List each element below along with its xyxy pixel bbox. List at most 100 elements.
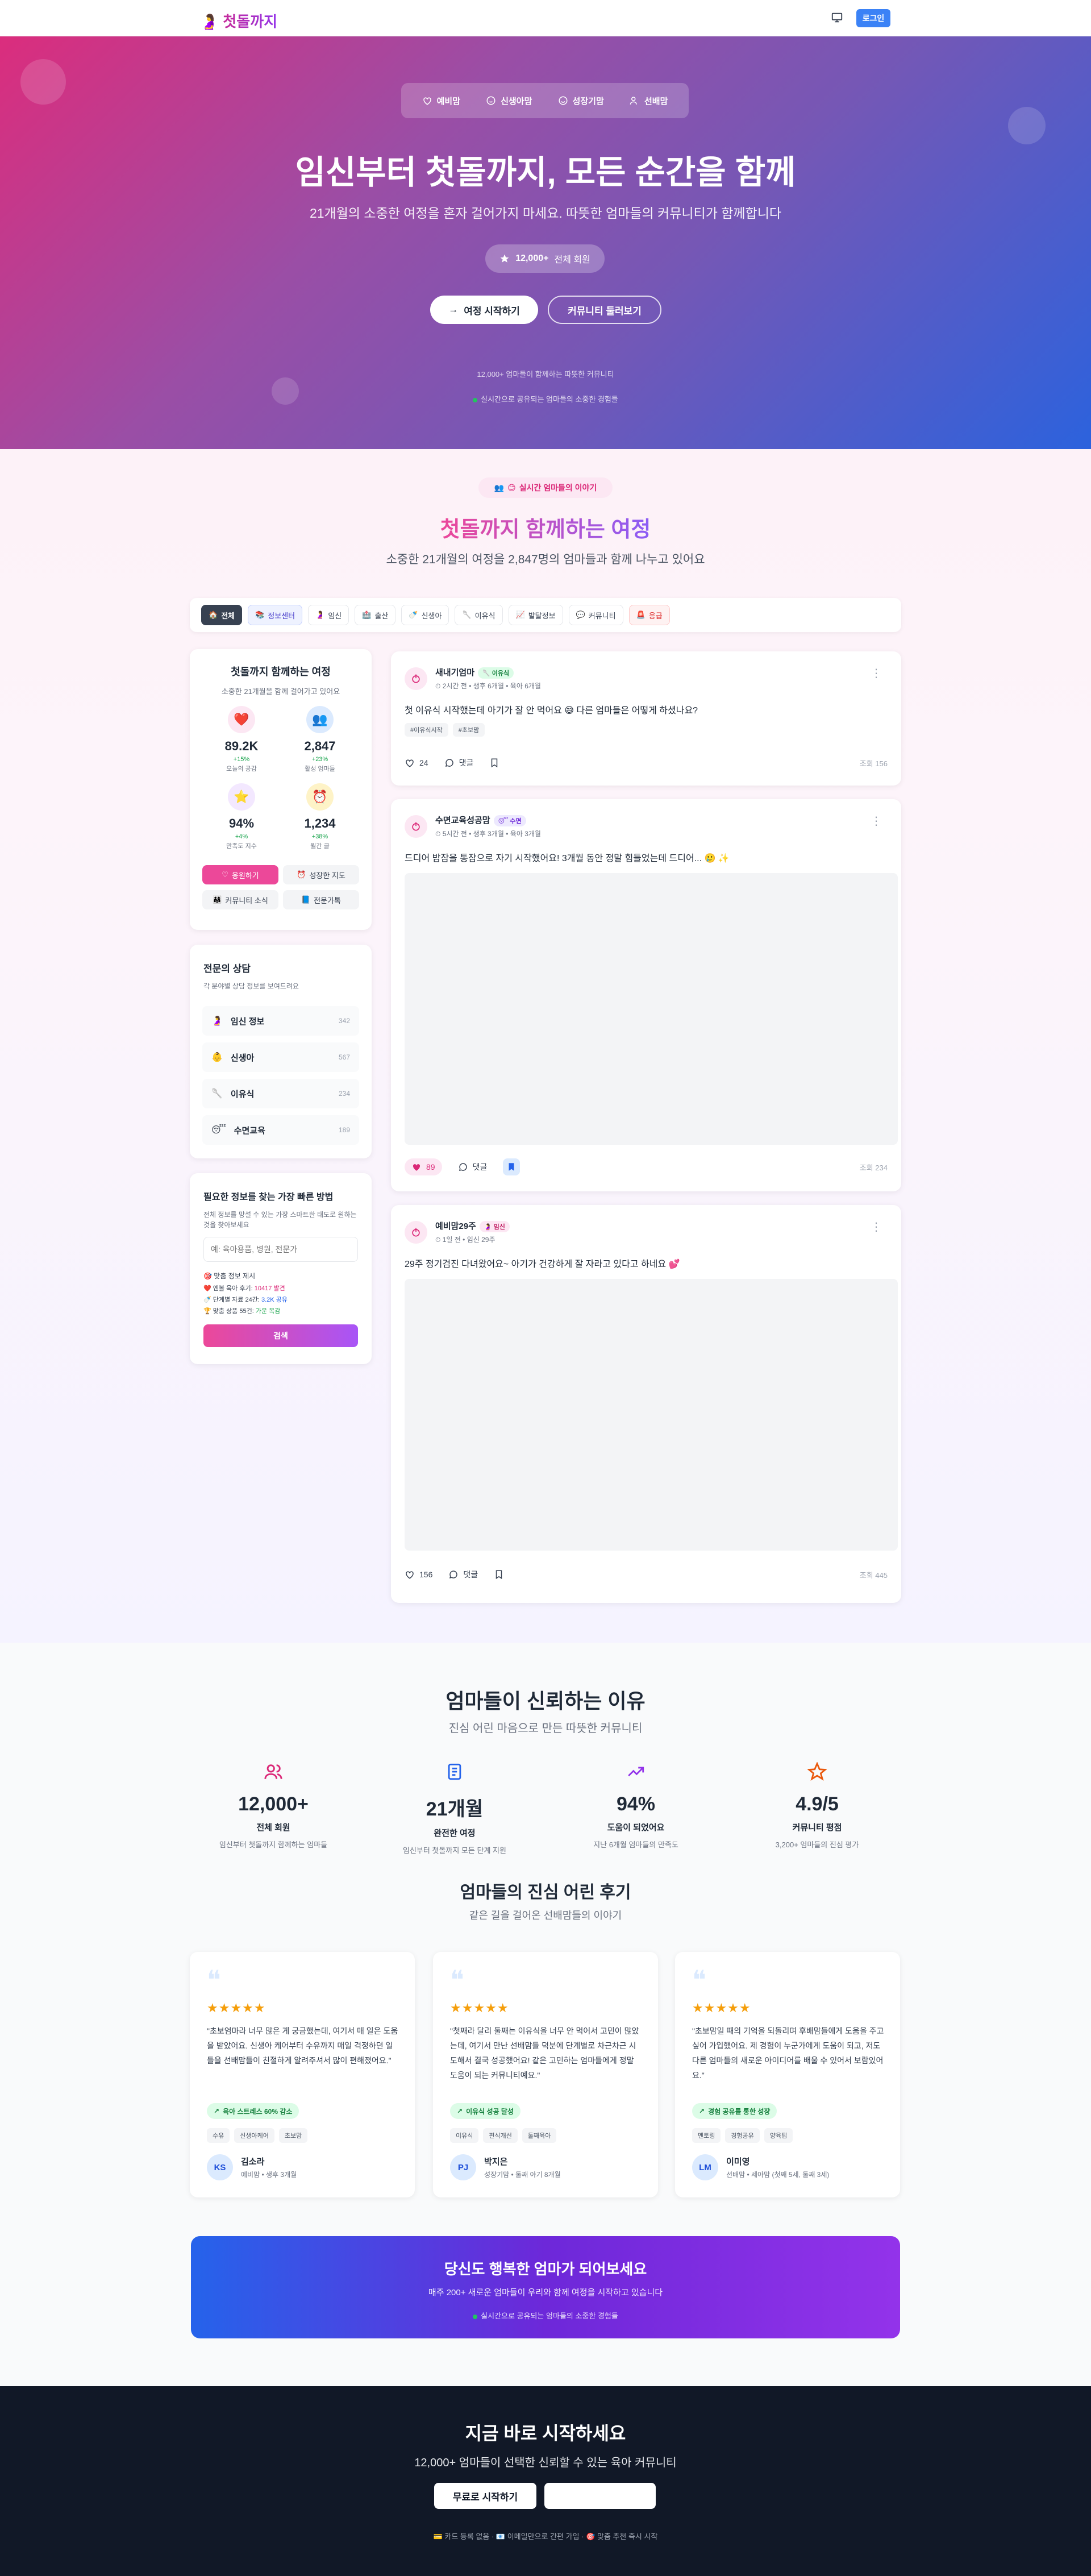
expert-talk-button[interactable]: 📘 전문가톡 xyxy=(283,890,359,909)
expert-item-sleep[interactable]: 😴 수면교육 189 xyxy=(202,1115,359,1145)
like-button[interactable]: 156 xyxy=(405,1569,432,1580)
review-card: ❝ ★★★★★ "초보엄마라 너무 많은 게 궁금했는데, 여기서 매 일은 도… xyxy=(190,1952,415,2197)
growth-map-button[interactable]: ⏰ 성장한 지도 xyxy=(283,865,359,884)
post-card[interactable]: 예비맘29주 🤰 임신 ⏱ 1일 전 • 임신 29주 ⋮ 29주 정기검진 다녀… xyxy=(391,1205,901,1603)
calendar-icon xyxy=(448,1763,461,1780)
stage-nav-item[interactable]: 성장기맘 xyxy=(558,95,604,107)
more-options-icon[interactable]: ⋮ xyxy=(871,668,882,679)
tab-all[interactable]: 🏠 전체 xyxy=(201,605,243,625)
review-tags: 수유 신생아케어 초보맘 xyxy=(207,2128,308,2143)
login-button[interactable]: 로그인 xyxy=(856,9,890,27)
post-category-tag: 😴 수면 xyxy=(493,815,526,826)
avatar: LM xyxy=(692,2154,718,2180)
heart-icon xyxy=(423,97,431,105)
search-input[interactable] xyxy=(203,1237,358,1262)
avatar: PJ xyxy=(450,2154,476,2180)
start-journey-button[interactable]: → 여정 시작하기 xyxy=(430,296,538,324)
result-badge: ↗ 육아 스트레스 60% 감소 xyxy=(207,2103,299,2119)
arrow-right-icon: → xyxy=(448,304,459,315)
like-button[interactable]: 24 xyxy=(405,758,428,768)
live-dot-icon xyxy=(473,2314,478,2319)
spoon-icon: 🥄 xyxy=(211,1089,223,1099)
baby-icon xyxy=(486,96,495,105)
journey-subtitle: 소중한 21개월의 여정을 2,847명의 엄마들과 함께 나누고 있어요 xyxy=(386,553,705,566)
post-text: 29주 정기검진 다녀왔어요~ 아기가 건강하게 잘 자라고 있다고 하네요 💕 xyxy=(405,1260,680,1269)
hashtag[interactable]: #이유식시작 xyxy=(405,723,448,737)
trust-subtitle: 진심 어린 마음으로 만든 따뜻한 커뮤니티 xyxy=(448,1722,643,1735)
search-button[interactable]: 검색 xyxy=(203,1324,358,1347)
more-options-icon[interactable]: ⋮ xyxy=(871,816,882,827)
like-button[interactable]: 89 xyxy=(405,1158,442,1175)
secondary-button[interactable] xyxy=(544,2483,656,2509)
users-icon: 👥 xyxy=(494,483,505,492)
post-meta: ⏱ 1일 전 • 임신 29주 xyxy=(435,1236,495,1244)
expert-item-baby-food[interactable]: 🥄 이유식 234 xyxy=(202,1079,359,1108)
tab-baby-food[interactable]: 🥄 이유식 xyxy=(455,605,503,625)
hero-title: 임신부터 첫돌까지, 모든 순간을 함께 xyxy=(295,154,796,191)
post-card[interactable]: 새내기엄마 🥄 이유식 ⏱ 2시간 전 • 생후 6개월 • 육아 6개월 ⋮ 첫… xyxy=(391,651,901,786)
footer-title: 지금 바로 시작하세요 xyxy=(465,2423,626,2444)
bookmark-button[interactable] xyxy=(503,1158,520,1175)
tab-community[interactable]: 💬 커뮤니티 xyxy=(568,605,623,625)
bookmark-button[interactable] xyxy=(489,758,499,768)
stage-nav-item[interactable]: 신생아맘 xyxy=(486,95,532,107)
site-logo[interactable]: 🤰 첫돌까지 xyxy=(200,10,277,31)
heart-icon xyxy=(406,1571,414,1579)
card-title: 전문의 상담 xyxy=(203,963,251,974)
spoon-icon: 🥄 xyxy=(482,670,490,677)
result-badge: ↗ 경험 공유를 통한 성장 xyxy=(692,2103,777,2119)
tab-pregnancy[interactable]: 🤰 임신 xyxy=(308,605,349,625)
tab-info-center[interactable]: 📚 정보센터 xyxy=(248,605,303,625)
post-author[interactable]: 새내기엄마 xyxy=(435,668,474,678)
tab-development[interactable]: 📈 발달정보 xyxy=(508,605,563,625)
post-category-tag: 🥄 이유식 xyxy=(478,667,514,679)
stage-nav-item[interactable]: 선배맘 xyxy=(630,95,668,107)
hero-live-note: 실시간으로 공유되는 엄마들의 소중한 경험들 xyxy=(0,393,1091,404)
cta-banner: 당신도 행복한 엄마가 되어보세요 매주 200+ 새로운 엄마들이 우리와 함… xyxy=(191,2236,900,2338)
cheer-button[interactable]: ♡ 응원하기 xyxy=(202,865,278,884)
search-suggestion[interactable]: 🏆 맞춤 상품 55건: 가운 목감 xyxy=(203,1306,280,1315)
avatar[interactable] xyxy=(405,815,427,838)
expert-item-pregnancy[interactable]: 🤰 임신 정보 342 xyxy=(202,1006,359,1036)
trending-up-icon: ↗ xyxy=(699,2107,705,2115)
tab-newborn[interactable]: 🍼 신생아 xyxy=(401,605,449,625)
comment-button[interactable]: 댓글 xyxy=(448,1569,478,1580)
tab-emergency[interactable]: 🚨 응급 xyxy=(628,605,670,625)
decor-bubble xyxy=(1008,107,1046,144)
expert-item-newborn[interactable]: 👶 신생아 567 xyxy=(202,1042,359,1072)
users-icon xyxy=(630,97,637,105)
community-news-button[interactable]: 👨‍👩‍👧 커뮤니티 소식 xyxy=(202,890,278,909)
more-options-icon[interactable]: ⋮ xyxy=(871,1221,882,1233)
search-suggestion[interactable]: ❤️ 엔볼 육아 후기: 10417 발견 xyxy=(203,1283,285,1293)
users-icon xyxy=(264,1764,282,1779)
post-author[interactable]: 예비맘29주 xyxy=(435,1221,476,1231)
post-header: 수면교육성공맘 😴 수면 ⏱ 5시간 전 • 생후 3개월 • 육아 3개월 xyxy=(405,814,541,838)
heart-icon xyxy=(413,1164,420,1171)
post-author[interactable]: 수면교육성공맘 xyxy=(435,816,490,825)
avatar[interactable] xyxy=(405,1220,427,1244)
power-icon xyxy=(412,822,420,830)
member-count-badge: 12,000+ 전체 회원 xyxy=(485,244,605,273)
reviews-subtitle: 같은 길을 걸어온 선배맘들의 이야기 xyxy=(469,1910,622,1921)
stage-nav-item[interactable]: 예비맘 xyxy=(422,95,460,107)
avatar[interactable] xyxy=(405,667,427,690)
card-desc: 전체 정보를 망설 수 있는 가장 스마트한 태도로 원하는 것을 찾아보세요 xyxy=(203,1211,357,1229)
heart-icon: ♡ xyxy=(222,870,228,879)
baby-icon: 👶 xyxy=(211,1053,223,1062)
comment-button[interactable]: 댓글 xyxy=(458,1161,487,1173)
avatar: KS xyxy=(207,2154,233,2180)
cta-live-note: 실시간으로 공유되는 엄마들의 소중한 경험들 xyxy=(191,2310,900,2321)
search-suggestion[interactable]: 🍼 단계별 자료 24간: 3.2K 공유 xyxy=(203,1295,288,1304)
tab-birth[interactable]: 🏥 출산 xyxy=(355,605,396,625)
post-image[interactable] xyxy=(405,873,898,1145)
stage-nav: 예비맘 신생아맘 성장기맘 선배맘 xyxy=(401,83,689,118)
post-card[interactable]: 수면교육성공맘 😴 수면 ⏱ 5시간 전 • 생후 3개월 • 육아 3개월 ⋮ … xyxy=(391,799,901,1191)
comment-button[interactable]: 댓글 xyxy=(444,757,473,768)
post-image[interactable] xyxy=(405,1279,898,1551)
pregnant-icon: 🤰 xyxy=(211,1016,223,1026)
hashtag[interactable]: #초보맘 xyxy=(452,723,485,737)
monitor-icon[interactable] xyxy=(831,11,843,24)
browse-community-button[interactable]: 커뮤니티 둘러보기 xyxy=(548,296,661,324)
free-start-button[interactable]: 무료로 시작하기 xyxy=(434,2483,536,2509)
bookmark-button[interactable] xyxy=(494,1569,504,1580)
